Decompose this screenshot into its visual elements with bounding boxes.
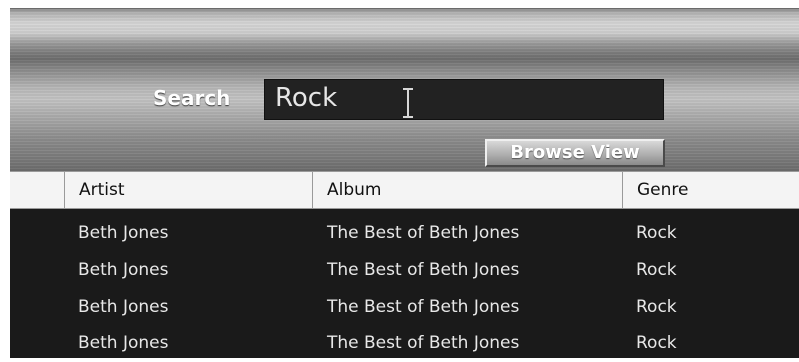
artist-cell: Beth Jones — [78, 223, 169, 243]
artist-cell: Beth Jones — [78, 333, 169, 353]
search-input-value[interactable]: Rock — [275, 83, 337, 113]
browse-view-button[interactable]: Browse View — [485, 139, 665, 167]
text-cursor-icon — [403, 88, 413, 118]
column-header-blank — [10, 172, 64, 208]
album-cell: The Best of Beth Jones — [327, 223, 520, 243]
genre-cell: Rock — [636, 223, 677, 243]
genre-cell: Rock — [636, 333, 677, 353]
column-header-artist[interactable]: Artist — [64, 172, 312, 208]
album-cell: The Best of Beth Jones — [327, 260, 520, 280]
genre-cell: Rock — [636, 297, 677, 317]
table-row[interactable]: Beth Jones The Best of Beth Jones Rock — [10, 325, 799, 362]
album-cell: The Best of Beth Jones — [327, 297, 520, 317]
album-cell: The Best of Beth Jones — [327, 333, 520, 353]
genre-cell: Rock — [636, 260, 677, 280]
artist-cell: Beth Jones — [78, 297, 169, 317]
search-toolbar: Search Rock Browse View — [10, 8, 799, 172]
table-body: Beth Jones The Best of Beth Jones Rock B… — [10, 209, 799, 358]
search-label: Search — [153, 86, 231, 110]
table-row[interactable]: Beth Jones The Best of Beth Jones Rock — [10, 252, 799, 289]
table-row[interactable]: Beth Jones The Best of Beth Jones Rock — [10, 215, 799, 252]
table-row[interactable]: Beth Jones The Best of Beth Jones Rock — [10, 289, 799, 326]
artist-cell: Beth Jones — [78, 260, 169, 280]
column-header-album[interactable]: Album — [312, 172, 622, 208]
results-table: Artist Album Genre Beth Jones The Best o… — [10, 171, 799, 358]
search-input[interactable]: Rock — [264, 79, 664, 120]
table-header: Artist Album Genre — [10, 171, 799, 209]
column-header-genre[interactable]: Genre — [622, 172, 799, 208]
